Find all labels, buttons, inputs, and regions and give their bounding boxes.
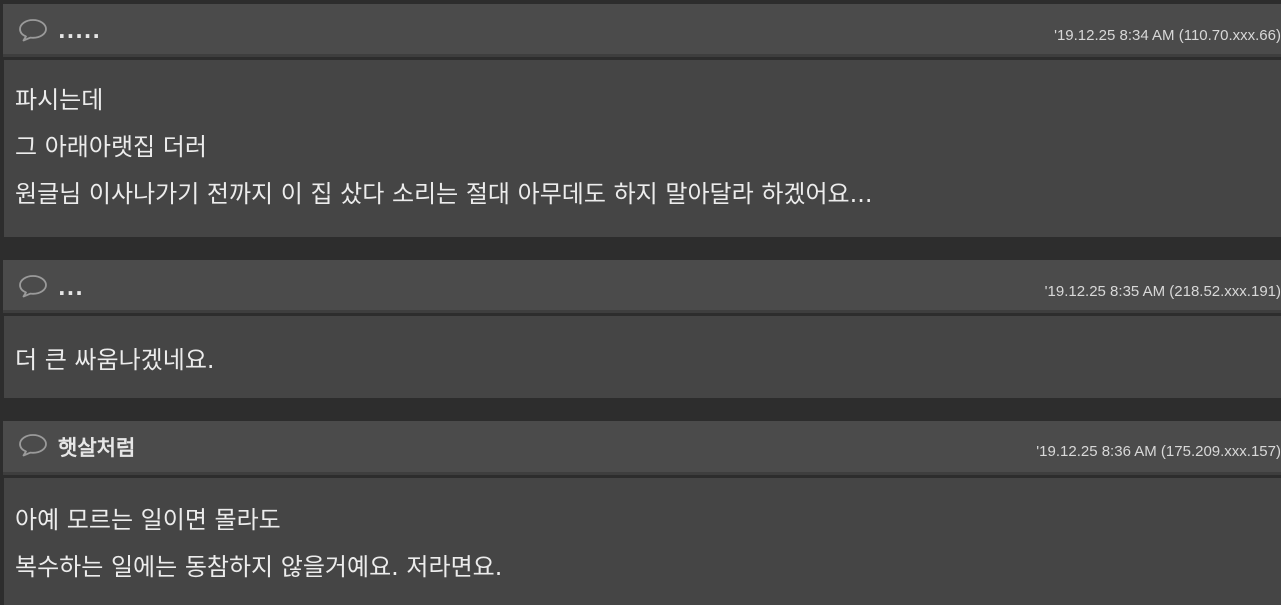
comment-text-line: 복수하는 일에는 동참하지 않을거예요. 저라면요. — [15, 553, 503, 581]
comment-body: 더 큰 싸움나겠네요. — [4, 316, 1281, 398]
comment-author[interactable]: ... — [58, 276, 84, 300]
comment-text-line: 아예 모르는 일이면 몰라도 — [15, 506, 281, 534]
comment-text-line: 원글님 이사나가기 전까지 이 집 샀다 소리는 절대 아무데도 하지 말아달라… — [15, 180, 873, 208]
comment-timestamp: '19.12.25 8:36 AM (175.209.xxx.157) — [1036, 443, 1281, 460]
comment-timestamp: '19.12.25 8:34 AM (110.70.xxx.66) — [1054, 27, 1281, 44]
comment-text-line: 그 아래아랫집 더러 — [15, 133, 207, 161]
comment-body: 아예 모르는 일이면 몰라도 복수하는 일에는 동참하지 않을거예요. 저라면요… — [4, 478, 1281, 605]
speech-bubble-icon — [18, 274, 48, 298]
comment-header: ... '19.12.25 8:35 AM (218.52.xxx.191) — [3, 260, 1281, 313]
comment-header: ..... '19.12.25 8:34 AM (110.70.xxx.66) — [3, 4, 1281, 57]
comment-list: ..... '19.12.25 8:34 AM (110.70.xxx.66) … — [0, 0, 1281, 605]
comment-text-line: 파시는데 — [15, 86, 104, 114]
comment-header: 햇살처럼 '19.12.25 8:36 AM (175.209.xxx.157) — [3, 421, 1281, 475]
comment-item: ... '19.12.25 8:35 AM (218.52.xxx.191) 더… — [3, 260, 1281, 398]
comment-timestamp: '19.12.25 8:35 AM (218.52.xxx.191) — [1044, 283, 1281, 300]
comment-item: 햇살처럼 '19.12.25 8:36 AM (175.209.xxx.157)… — [3, 421, 1281, 605]
speech-bubble-icon — [18, 433, 48, 457]
comment-author[interactable]: 햇살처럼 — [58, 432, 135, 462]
speech-bubble-icon — [18, 18, 48, 42]
comment-body: 파시는데 그 아래아랫집 더러 원글님 이사나가기 전까지 이 집 샀다 소리는… — [4, 60, 1281, 237]
comment-author[interactable]: ..... — [58, 19, 101, 43]
comment-item: ..... '19.12.25 8:34 AM (110.70.xxx.66) … — [3, 4, 1281, 237]
comment-text-line: 더 큰 싸움나겠네요. — [15, 346, 215, 374]
